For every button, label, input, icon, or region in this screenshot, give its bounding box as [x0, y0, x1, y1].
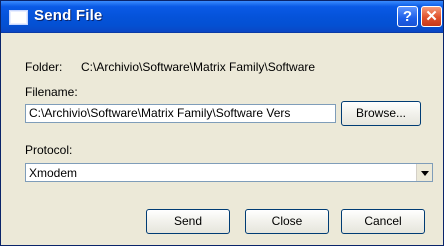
protocol-label: Protocol:: [25, 143, 73, 157]
filename-label: Filename:: [25, 85, 78, 99]
browse-button[interactable]: Browse...: [341, 101, 421, 126]
send-file-dialog: Send File ? ✕ Folder: C:\Archivio\Softwa…: [0, 0, 444, 246]
protocol-dropdown[interactable]: Xmodem: [25, 163, 433, 182]
close-button[interactable]: Close: [245, 209, 329, 234]
window-app-icon: [9, 10, 28, 25]
protocol-selected-value: Xmodem: [29, 166, 78, 180]
help-button[interactable]: ?: [397, 6, 418, 27]
chevron-down-icon[interactable]: [416, 164, 432, 181]
close-icon[interactable]: ✕: [421, 6, 442, 27]
folder-path: C:\Archivio\Software\Matrix Family\Softw…: [81, 60, 316, 74]
send-button[interactable]: Send: [146, 209, 230, 234]
folder-label: Folder:: [25, 60, 63, 74]
title-bar[interactable]: Send File ? ✕: [1, 1, 443, 33]
filename-input[interactable]: C:\Archivio\Software\Matrix Family\Softw…: [25, 104, 336, 123]
window-title: Send File: [34, 7, 103, 24]
cancel-button[interactable]: Cancel: [341, 209, 425, 234]
